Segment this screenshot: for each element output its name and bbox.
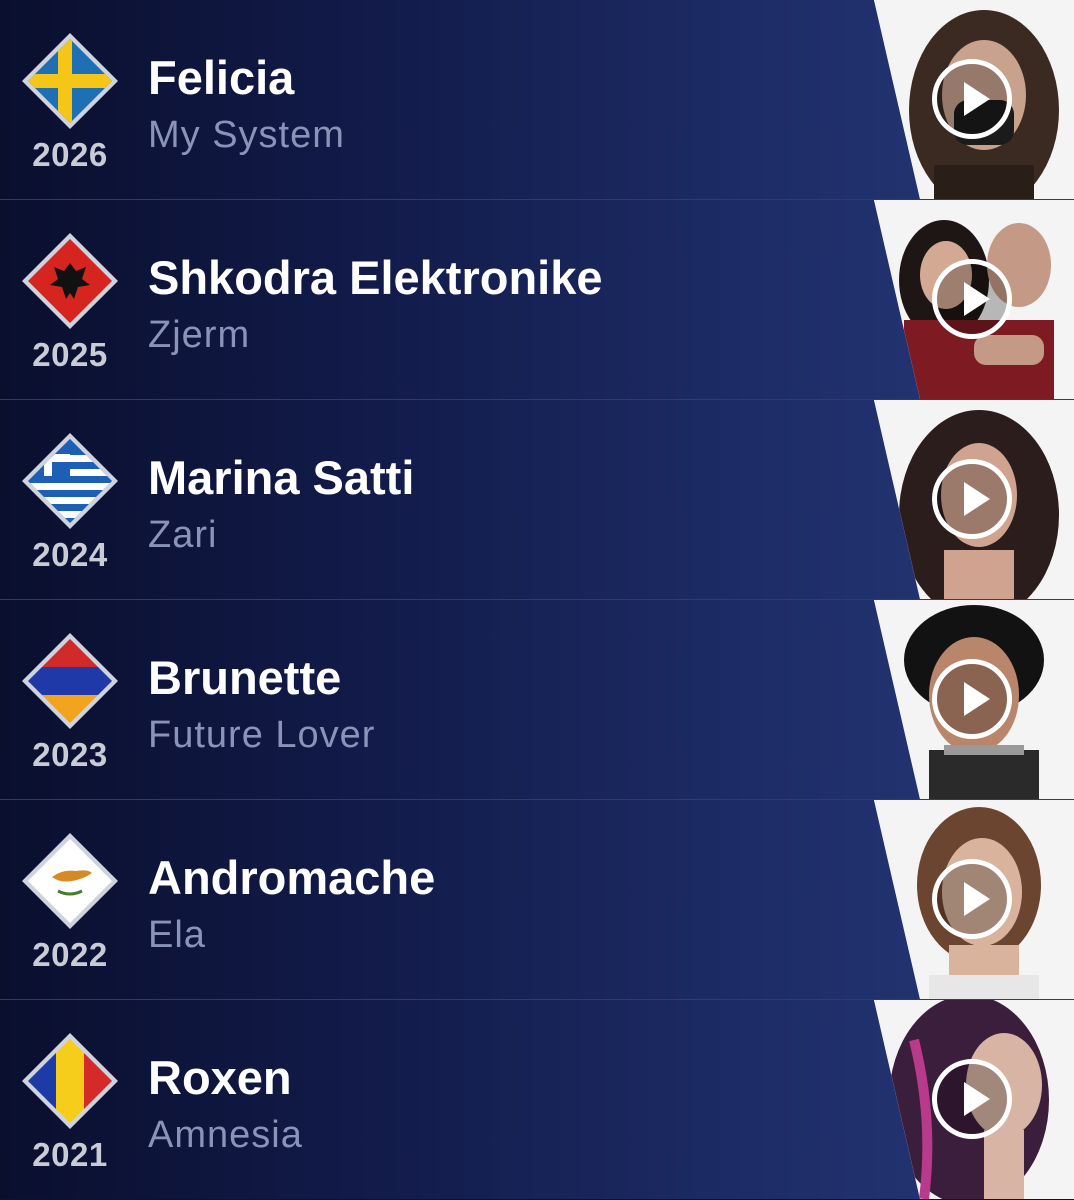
artist-name: Brunette bbox=[148, 651, 342, 704]
artist-name: Marina Satti bbox=[148, 451, 415, 504]
artist-name: Roxen bbox=[148, 1051, 292, 1104]
song-title: Ela bbox=[148, 914, 206, 956]
entry-year: 2026 bbox=[32, 136, 108, 173]
song-title: Future Lover bbox=[148, 714, 376, 756]
list-item[interactable]: 2026 Felicia My System bbox=[0, 0, 1074, 200]
song-title: My System bbox=[148, 114, 345, 156]
play-icon bbox=[964, 1082, 990, 1116]
play-button[interactable] bbox=[932, 1059, 1012, 1139]
play-button[interactable] bbox=[932, 259, 1012, 339]
entry-year: 2025 bbox=[32, 336, 108, 373]
list-item[interactable]: 2021 Roxen Amnesia bbox=[0, 1000, 1074, 1199]
play-button[interactable] bbox=[932, 459, 1012, 539]
greece-flag-icon bbox=[22, 433, 118, 529]
entry-year: 2022 bbox=[32, 936, 108, 973]
play-button[interactable] bbox=[932, 59, 1012, 139]
artist-name: Felicia bbox=[148, 51, 295, 104]
entry-year: 2024 bbox=[32, 536, 108, 573]
list-item[interactable]: 2024 Marina Satti Zari bbox=[0, 400, 1074, 600]
entry-year: 2021 bbox=[32, 1136, 108, 1173]
entry-year: 2023 bbox=[32, 736, 108, 773]
list-item[interactable]: 2022 Andromache Ela bbox=[0, 800, 1074, 1000]
song-title: Amnesia bbox=[148, 1114, 303, 1156]
play-icon bbox=[964, 282, 990, 316]
entry-list: 2026 Felicia My System 2025 Shkodra Elek… bbox=[0, 0, 1074, 1200]
song-title: Zjerm bbox=[148, 314, 251, 356]
artist-name: Andromache bbox=[148, 851, 436, 904]
play-button[interactable] bbox=[932, 859, 1012, 939]
play-button[interactable] bbox=[932, 659, 1012, 739]
play-icon bbox=[964, 482, 990, 516]
list-item[interactable]: 2023 Brunette Future Lover bbox=[0, 600, 1074, 800]
albania-flag-icon bbox=[22, 233, 118, 329]
play-icon bbox=[964, 682, 990, 716]
song-title: Zari bbox=[148, 514, 218, 556]
sweden-flag-icon bbox=[22, 33, 118, 129]
armenia-flag-icon bbox=[22, 633, 118, 729]
list-item[interactable]: 2025 Shkodra Elektronike Zjerm bbox=[0, 200, 1074, 400]
artist-name: Shkodra Elektronike bbox=[148, 251, 603, 304]
play-icon bbox=[964, 882, 990, 916]
cyprus-flag-icon bbox=[22, 833, 118, 929]
play-icon bbox=[964, 82, 990, 116]
romania-flag-icon bbox=[22, 1033, 118, 1129]
